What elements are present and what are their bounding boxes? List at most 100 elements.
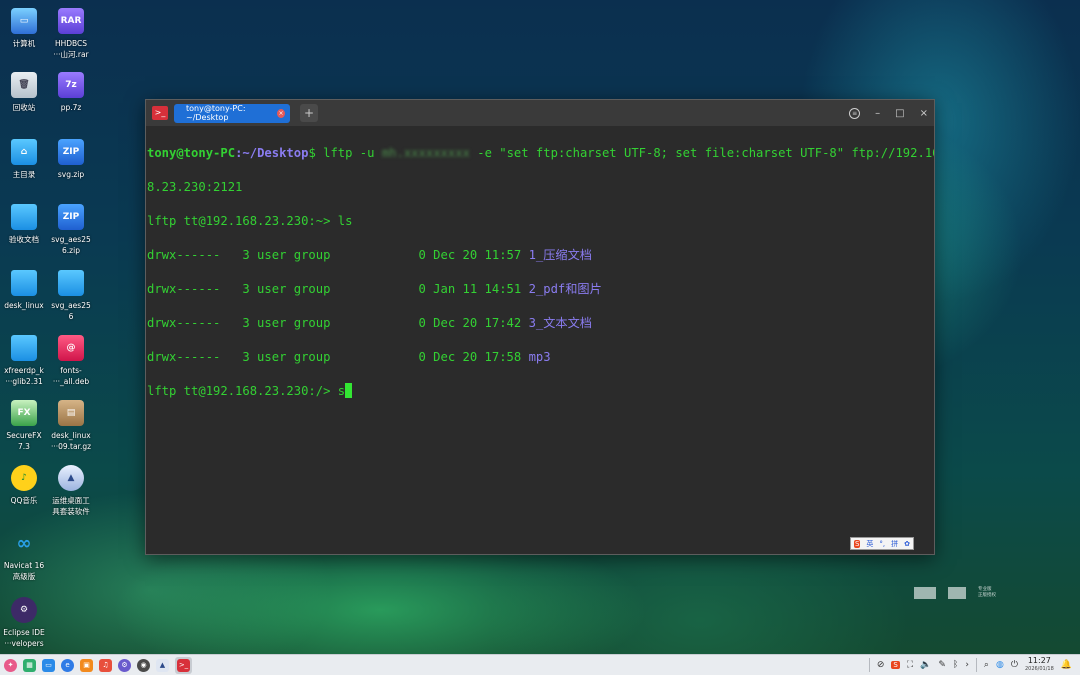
prompt-path: :~/Desktop [235, 146, 309, 160]
system-tray: ⊘ S ⛶ 🔈 ✎ ᛒ › ⌕ ◍ ⏻ 11:27 2026/01/18 🔔 [868, 657, 1080, 673]
expand-tray-icon[interactable]: › [965, 660, 969, 670]
desktop-icon-svg-aes256[interactable]: svg_aes25 6 [43, 270, 99, 322]
fullscreen-icon[interactable]: ⛶ [907, 660, 913, 670]
folder-icon [11, 335, 37, 361]
tray-separator [975, 658, 977, 672]
clock-time: 11:27 [1027, 656, 1051, 665]
terminal-window[interactable]: >_ tony@tony-PC: ~/Desktop × + ≡ – □ × t… [145, 99, 935, 555]
redacted-credentials: mh.xxxxxxxxx [381, 146, 470, 160]
desktop-icon-hhdbcs-rar[interactable]: RAR HHDBCS ···山河.rar [43, 8, 99, 60]
securefx-icon: FX [11, 400, 37, 426]
ime-punct[interactable]: °, [879, 540, 885, 548]
trash-icon: 🗑 [11, 72, 37, 98]
desktop-icon-navicat[interactable]: ∞ Navicat 16 高级版 [0, 530, 52, 582]
ops-toolkit-taskbar-icon[interactable]: ▲ [156, 658, 169, 672]
command-wrap-line: 8.23.230:2121 [147, 180, 243, 194]
volume-icon[interactable]: 🔈 [920, 660, 931, 670]
watermark-text: 专业版 正版授权 [978, 587, 996, 598]
command-post: -e "set ftp:charset UTF-8; set file:char… [469, 146, 934, 160]
close-button[interactable]: × [920, 108, 928, 119]
command-line: tony@tony-PC:~/Desktop$ lftp -u mh.xxxxx… [147, 145, 934, 162]
navicat-icon: ∞ [16, 532, 32, 554]
new-tab-button[interactable]: + [300, 104, 318, 122]
desktop-icon-eclipse[interactable]: ⚙ Eclipse IDE ···velopers [0, 597, 52, 649]
listing-row: drwx------ 3 user group 0 Dec 20 11:57 1… [147, 247, 932, 264]
zip-icon: ZIP [58, 204, 84, 230]
minimize-button[interactable]: – [875, 108, 880, 119]
lftp-ls-line: lftp tt@192.168.23.230:~> ls [147, 213, 932, 230]
do-not-disturb-icon[interactable]: ⊘ [877, 660, 885, 670]
tar-gz-icon: ▤ [58, 400, 84, 426]
file-manager-icon[interactable]: ▭ [42, 658, 55, 672]
tray-separator [868, 658, 870, 672]
lftp-prompt: lftp tt@192.168.23.230:~> [147, 214, 331, 228]
multitask-view-icon[interactable]: ▦ [23, 658, 36, 672]
ime-tray-icon[interactable]: S [891, 661, 900, 669]
tab-title: tony@tony-PC: ~/Desktop [186, 104, 246, 122]
eclipse-taskbar-icon[interactable]: ◉ [137, 658, 150, 672]
taskbar-apps: ✦ ▦ ▭ e ▣ ♫ ⚙ ◉ ▲ >_ [0, 656, 192, 674]
watermark-logo-right [948, 587, 966, 599]
pen-icon[interactable]: ✎ [938, 660, 946, 670]
taskbar: ✦ ▦ ▭ e ▣ ♫ ⚙ ◉ ▲ >_ ⊘ S ⛶ 🔈 ✎ ᛒ › ⌕ ◍ ⏻… [0, 654, 1080, 675]
sogou-logo-icon: S [853, 539, 861, 548]
current-input-line[interactable]: lftp tt@192.168.23.230:/> s [147, 383, 932, 400]
zip-icon: ZIP [58, 139, 84, 165]
listing-row: drwx------ 3 user group 0 Dec 20 17:42 3… [147, 315, 932, 332]
prompt-end: $ [308, 146, 316, 160]
eclipse-icon: ⚙ [11, 597, 37, 623]
desktop-icon-svg-aes256-zip[interactable]: ZIP svg_aes25 6.zip [43, 204, 99, 256]
browser-icon[interactable]: e [61, 658, 74, 672]
current-prompt: lftp tt@192.168.23.230:/> [147, 384, 331, 398]
desktop-icon-svg-zip[interactable]: ZIP svg.zip [43, 139, 99, 180]
app-store-icon[interactable]: ▣ [80, 658, 93, 672]
power-icon[interactable]: ⏻ [1011, 660, 1018, 670]
text-cursor [345, 383, 353, 398]
clock[interactable]: 11:27 2026/01/18 [1025, 657, 1054, 673]
listing-meta: drwx------ 3 user group 0 Dec 20 17:58 [147, 350, 529, 364]
listing-dir-name: 3_文本文档 [528, 316, 592, 330]
listing-row: drwx------ 3 user group 0 Dec 20 17:58 m… [147, 349, 932, 366]
computer-icon: ▭ [11, 8, 37, 34]
qq-music-icon: ♪ [11, 465, 37, 491]
listing-row: drwx------ 3 user group 0 Jan 11 14:51 2… [147, 281, 932, 298]
network-icon[interactable]: ◍ [996, 660, 1004, 670]
launcher-icon[interactable]: ✦ [4, 658, 17, 672]
desktop-icon-ops-toolkit[interactable]: ▲ 运维桌面工 具套装软件 [43, 465, 99, 517]
ime-toolbar[interactable]: S 英 °, 拼 ✿ [850, 537, 914, 550]
folder-icon [11, 270, 37, 296]
current-input: s [330, 384, 346, 398]
folder-icon [11, 204, 37, 230]
rar-icon: RAR [58, 8, 84, 34]
ime-mode[interactable]: 英 [866, 539, 873, 549]
desktop-icon-pp-7z[interactable]: 7z pp.7z [43, 72, 99, 113]
terminal-output[interactable]: tony@tony-PC:~/Desktop$ lftp -u mh.xxxxx… [146, 126, 934, 554]
listing-meta: drwx------ 3 user group 0 Dec 20 17:42 [147, 316, 529, 330]
listing-dir-name: 1_压缩文档 [528, 248, 592, 262]
bluetooth-icon[interactable]: ᛒ [953, 660, 958, 670]
home-folder-icon: ⌂ [11, 139, 37, 165]
desktop-icon-desk-linux-tgz[interactable]: ▤ desk_linux ···09.tar.gz [43, 400, 99, 452]
listing-meta: drwx------ 3 user group 0 Dec 20 11:57 [147, 248, 529, 262]
tab-desktop[interactable]: tony@tony-PC: ~/Desktop × [174, 103, 290, 123]
folder-icon [58, 270, 84, 296]
maximize-button[interactable]: □ [895, 108, 904, 119]
activation-watermark: 专业版 正版授权 [914, 587, 996, 599]
terminal-taskbar-item[interactable]: >_ [175, 656, 192, 674]
clock-date: 2026/01/18 [1024, 666, 1054, 672]
tab-close-icon[interactable]: × [277, 108, 285, 118]
music-icon[interactable]: ♫ [99, 658, 112, 672]
notification-bell-icon[interactable]: 🔔 [1061, 660, 1072, 670]
ime-pinyin[interactable]: 拼 [891, 539, 898, 549]
desktop-icon-fonts-deb[interactable]: @ fonts- ···_all.deb [43, 335, 99, 387]
search-icon[interactable]: ⌕ [984, 660, 989, 670]
menu-button[interactable]: ≡ [849, 107, 861, 119]
terminal-titlebar[interactable]: >_ tony@tony-PC: ~/Desktop × + ≡ – □ × [146, 100, 934, 126]
ops-toolkit-icon: ▲ [58, 465, 84, 491]
terminal-app-icon: >_ [152, 106, 168, 120]
ime-settings-icon[interactable]: ✿ [904, 540, 910, 548]
command-pre: lftp -u [315, 146, 382, 160]
listing-dir-name: mp3 [528, 350, 551, 364]
settings-icon[interactable]: ⚙ [118, 658, 131, 672]
prompt-user: tony@tony-PC [147, 146, 236, 160]
